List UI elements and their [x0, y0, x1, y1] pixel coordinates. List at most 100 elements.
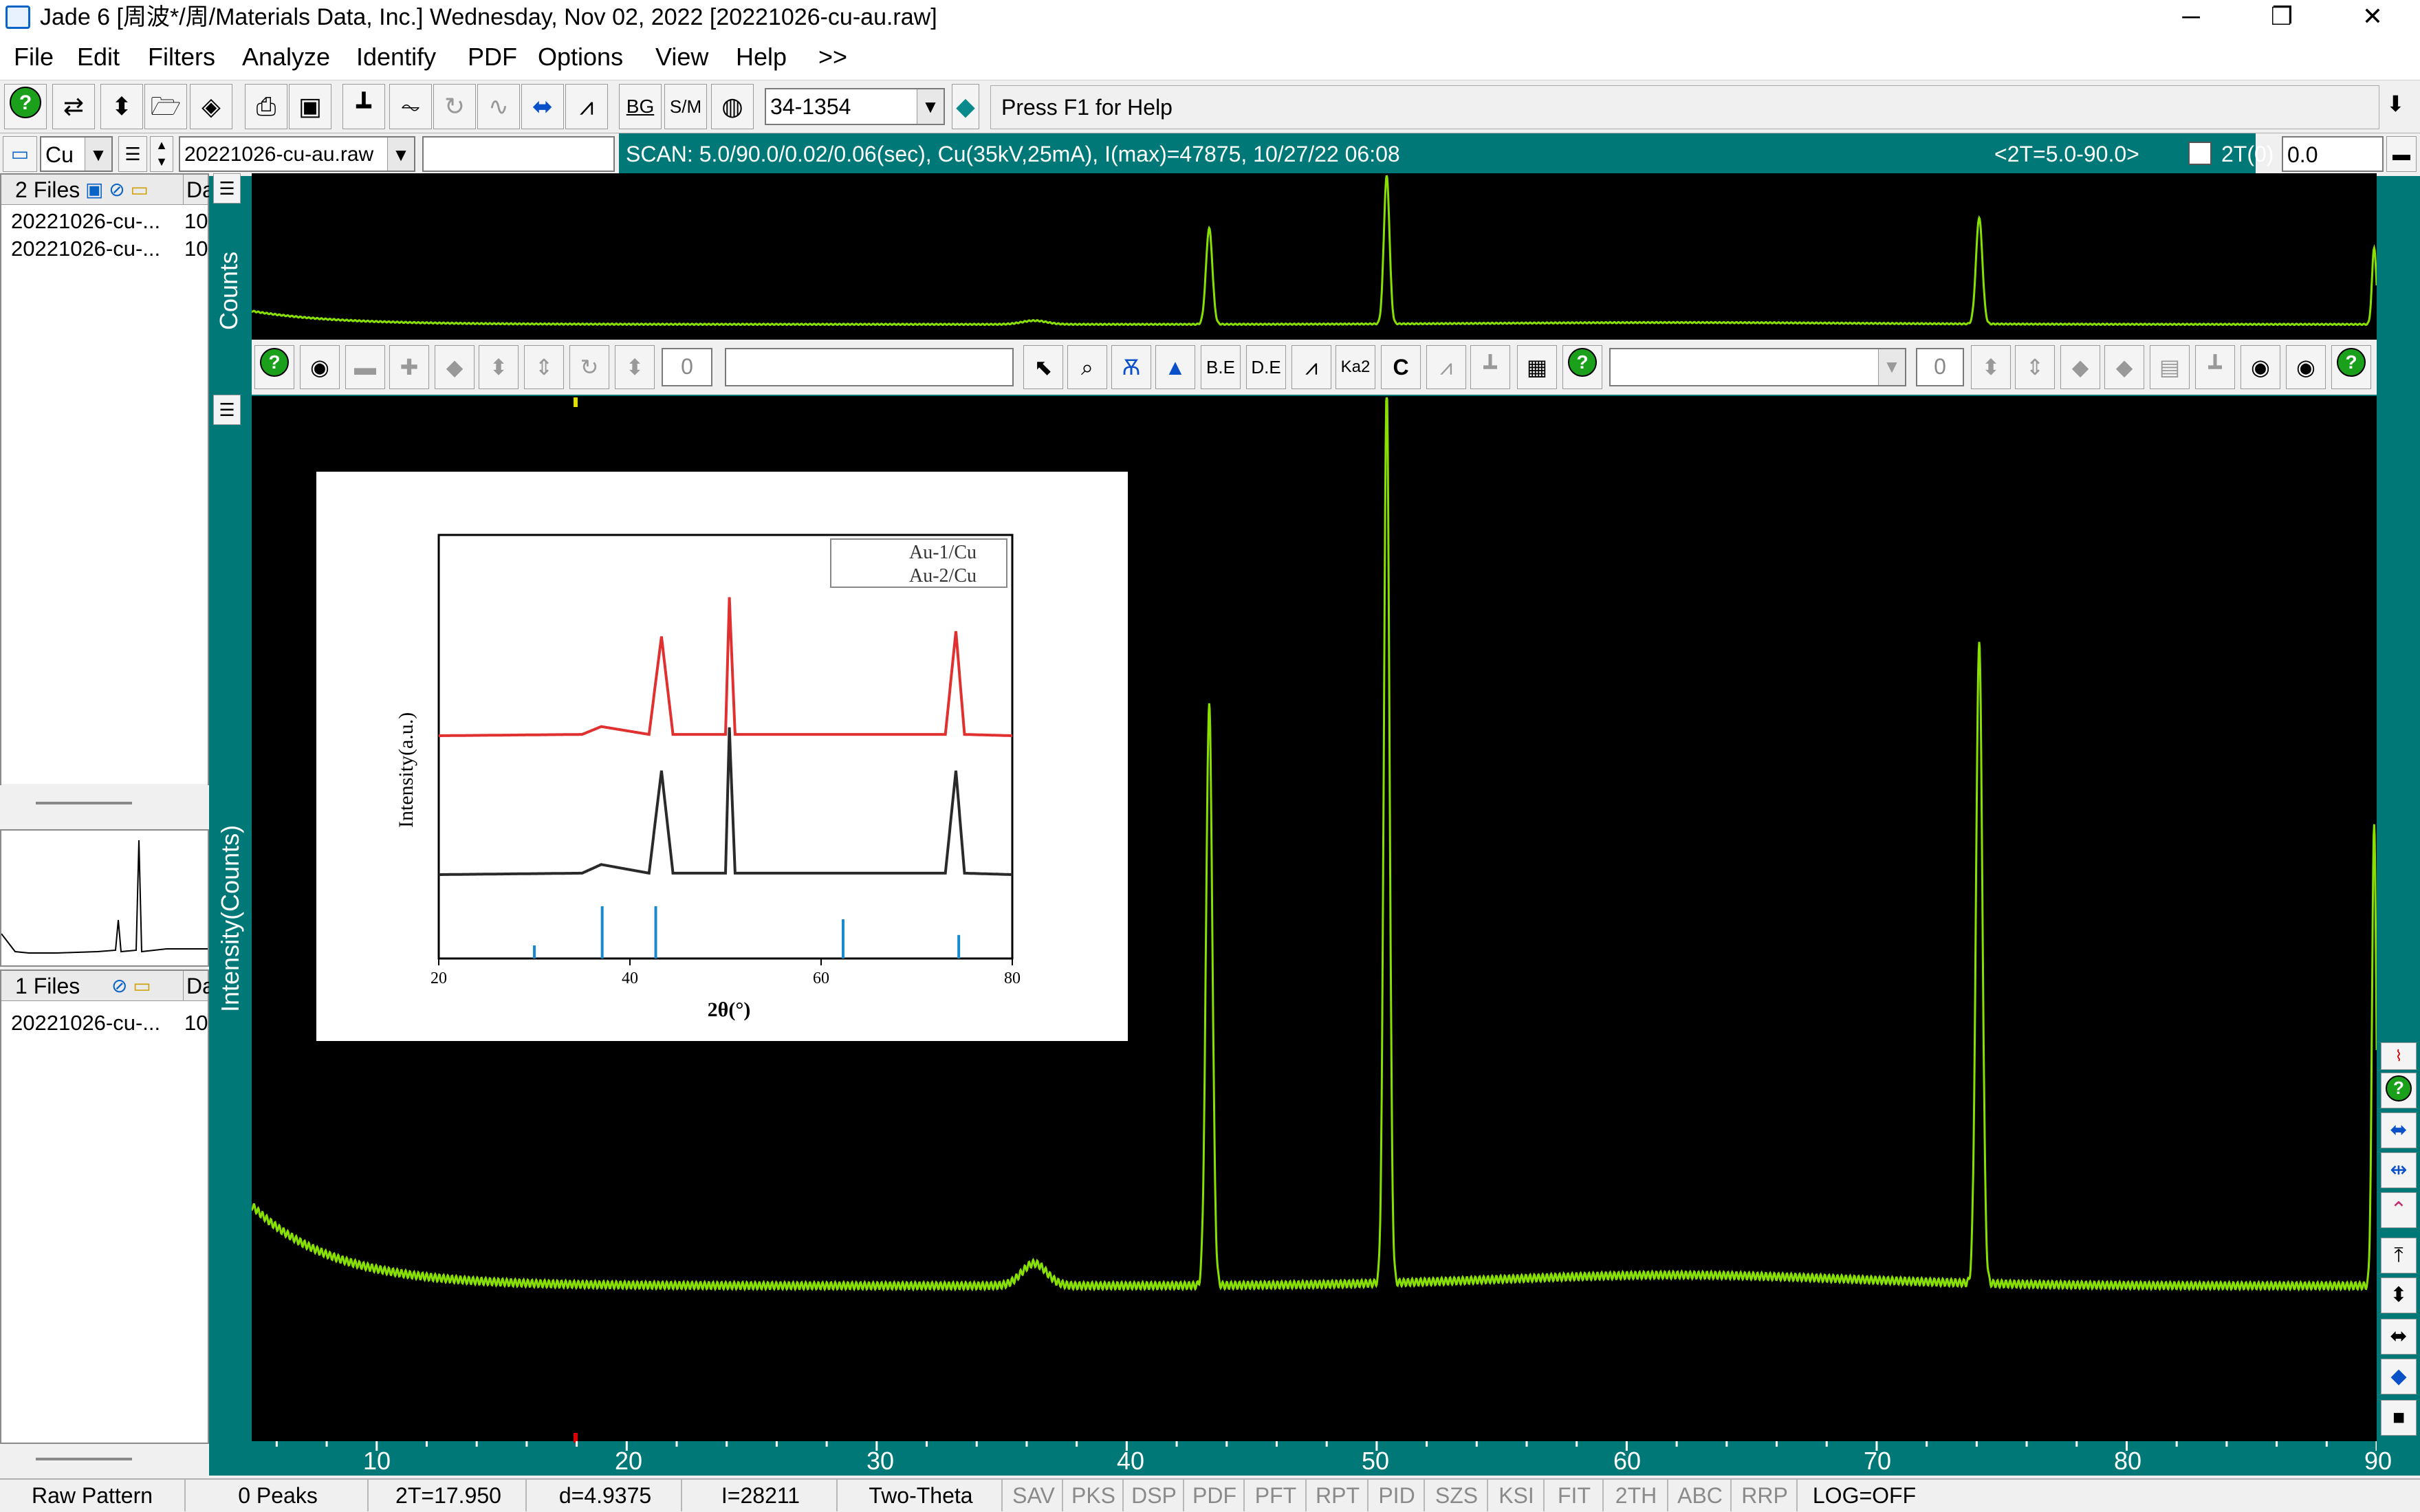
- be-button[interactable]: B.E: [1201, 345, 1241, 389]
- panel-toggle-icon[interactable]: ▬: [2386, 136, 2417, 172]
- expand-icon[interactable]: ⬌: [521, 84, 564, 129]
- rotate-icon[interactable]: ↻: [569, 345, 609, 389]
- pane-splitter[interactable]: [1, 1444, 208, 1477]
- shift-up-icon[interactable]: ⬍: [479, 345, 519, 389]
- restore-button[interactable]: ❐: [2247, 0, 2316, 34]
- chevron-down-icon[interactable]: ▼: [387, 138, 414, 171]
- element-combo[interactable]: Cu ▼: [40, 136, 113, 172]
- minus-icon[interactable]: ▬: [345, 345, 385, 389]
- file-combo[interactable]: 20221026-cu-au.raw ▼: [179, 136, 415, 172]
- pdf-lookup-icon[interactable]: ◆: [952, 84, 979, 129]
- menu-more[interactable]: >>: [818, 34, 847, 80]
- fill-peaks-icon[interactable]: ▲: [1155, 345, 1195, 389]
- eraser-icon[interactable]: ◈: [190, 84, 232, 129]
- bar-pattern-icon[interactable]: ┻: [342, 84, 385, 129]
- fit-x-icon[interactable]: ⇹: [2381, 1152, 2417, 1188]
- pointer-icon[interactable]: ⇄: [52, 84, 95, 129]
- menu-view[interactable]: View: [655, 34, 708, 80]
- chevron-down-icon[interactable]: ▼: [917, 89, 944, 124]
- ka2-button[interactable]: Ka2: [1336, 345, 1375, 389]
- menu-help[interactable]: Help: [736, 34, 787, 80]
- list-icon[interactable]: ☰: [118, 136, 147, 172]
- stop-icon[interactable]: ◉: [2286, 345, 2326, 389]
- help-icon[interactable]: ?: [2381, 1073, 2417, 1108]
- zoom-x-icon[interactable]: ◆: [2381, 1359, 2417, 1394]
- up-down-icon[interactable]: ⬍: [100, 84, 143, 129]
- file-list-item[interactable]: 20221026-cu-...: [11, 1009, 160, 1037]
- peaks-icon[interactable]: ⩘: [1291, 345, 1331, 389]
- smooth-button[interactable]: S/M: [664, 84, 707, 129]
- overlay-icon[interactable]: ▤: [2150, 345, 2190, 389]
- record-icon[interactable]: ◉: [2241, 345, 2280, 389]
- peak-marker-icon[interactable]: Ѫ: [1111, 345, 1151, 389]
- left-right-icon[interactable]: ⬌: [2381, 1319, 2417, 1355]
- top-icon[interactable]: ⤒: [2381, 1238, 2417, 1273]
- shift-left-icon[interactable]: ◆: [2060, 345, 2100, 389]
- chevron-down-icon[interactable]: ▼: [1878, 349, 1905, 385]
- globe-icon[interactable]: ◍: [711, 84, 754, 129]
- help-icon[interactable]: ?: [2331, 345, 2371, 389]
- file-list-item[interactable]: 20221026-cu-...: [11, 235, 160, 263]
- background-button[interactable]: BG: [619, 84, 662, 129]
- close-button[interactable]: ✕: [2338, 0, 2407, 34]
- help-icon[interactable]: ?: [254, 345, 294, 389]
- scale-up-icon[interactable]: ⌃: [2381, 1192, 2417, 1228]
- grid-icon[interactable]: ▦: [1517, 345, 1557, 389]
- scale-counter[interactable]: 0: [1916, 348, 1964, 386]
- peak-pattern-icon[interactable]: ⏦: [389, 84, 432, 129]
- shift-right-icon[interactable]: ◆: [2104, 345, 2144, 389]
- pane-splitter[interactable]: [1, 784, 208, 825]
- record-icon[interactable]: ◉: [300, 345, 340, 389]
- menu-filters[interactable]: Filters: [148, 34, 215, 80]
- open-folder-icon[interactable]: 🗁: [144, 84, 187, 129]
- minimize-button[interactable]: ─: [2157, 0, 2225, 34]
- spin-icon[interactable]: ▲ ▼: [150, 136, 173, 172]
- peaks-icon[interactable]: ⩘: [565, 84, 608, 129]
- file-count: 2 Files: [15, 177, 80, 202]
- save-icon[interactable]: ▣: [289, 84, 331, 129]
- bars-icon[interactable]: ┻: [2195, 345, 2235, 389]
- profile-icon[interactable]: ┻: [1470, 345, 1510, 389]
- plot-search-input[interactable]: [725, 348, 1014, 386]
- fit-peaks-icon[interactable]: ⩘: [1426, 345, 1466, 389]
- shift-left-icon[interactable]: ◆: [435, 345, 475, 389]
- menu-file[interactable]: File: [14, 34, 54, 80]
- compress-y-icon[interactable]: ⬍: [615, 345, 655, 389]
- menu-edit[interactable]: Edit: [77, 34, 120, 80]
- print-icon[interactable]: ⎙: [245, 84, 287, 129]
- up-down-icon[interactable]: ⬍: [2381, 1278, 2417, 1313]
- menu-options[interactable]: Options: [538, 34, 623, 80]
- menu-identify[interactable]: Identify: [356, 34, 436, 80]
- c-button[interactable]: C: [1381, 345, 1421, 389]
- help-icon[interactable]: ?: [1562, 345, 1602, 389]
- x-tick-label: 90: [2364, 1447, 2392, 1475]
- list-toggle-icon[interactable]: ☰: [213, 173, 241, 204]
- expand-y-icon[interactable]: ⇕: [524, 345, 564, 389]
- chart-icon[interactable]: ⌇: [2381, 1042, 2417, 1070]
- stop-square-icon[interactable]: ■: [2381, 1400, 2417, 1436]
- zero-checkbox[interactable]: [2188, 142, 2212, 165]
- spin-up-icon[interactable]: ⬍: [1971, 345, 2011, 389]
- menu-pdf[interactable]: PDF: [468, 34, 517, 80]
- refresh-icon[interactable]: ↻: [433, 84, 476, 129]
- filter-input[interactable]: [422, 136, 615, 172]
- plus-icon[interactable]: ✚: [389, 345, 429, 389]
- file-list-item[interactable]: 20221026-cu-...: [11, 208, 160, 235]
- expand-y-icon[interactable]: ⇕: [2015, 345, 2055, 389]
- magnify-icon[interactable]: ⌕: [1067, 345, 1107, 389]
- zero-input[interactable]: 0.0: [2282, 136, 2384, 172]
- smooth-icon[interactable]: ∿: [477, 84, 520, 129]
- help-icon[interactable]: ?: [4, 84, 47, 129]
- dock-arrow-icon[interactable]: ⬇: [2386, 91, 2405, 117]
- de-button[interactable]: D.E: [1246, 345, 1286, 389]
- folder-icon[interactable]: ▭: [3, 136, 37, 172]
- pdf-combo[interactable]: 34-1354 ▼: [765, 88, 945, 125]
- zoom-select-icon[interactable]: ⬉: [1023, 345, 1063, 389]
- status-flag: RRP: [1733, 1480, 1798, 1511]
- plot-mode-combo[interactable]: ▼: [1609, 348, 1906, 386]
- offset-counter[interactable]: 0: [662, 348, 712, 386]
- menu-analyze[interactable]: Analyze: [242, 34, 330, 80]
- chevron-down-icon[interactable]: ▼: [85, 138, 111, 171]
- list-toggle-icon[interactable]: ☰: [213, 395, 241, 425]
- expand-x-icon[interactable]: ⬌: [2381, 1113, 2417, 1148]
